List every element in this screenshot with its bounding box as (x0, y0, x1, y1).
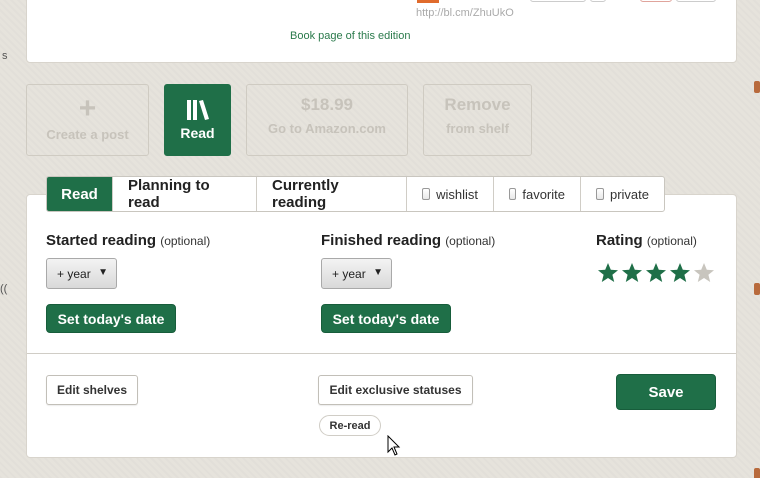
background-mark (754, 81, 760, 93)
save-label: Save (648, 383, 684, 401)
optional-label: (optional) (160, 234, 211, 248)
started-year-select[interactable]: + year ▼ (46, 258, 117, 289)
set-today-label: Set today's date (332, 310, 440, 327)
rating-label: Rating (596, 232, 643, 249)
tab-label: Read (61, 185, 98, 203)
star-filled-icon[interactable] (620, 262, 644, 284)
wishlist-checkbox[interactable] (422, 188, 431, 200)
background-text: (( (0, 283, 8, 295)
background-mark (754, 283, 760, 295)
books-icon (186, 100, 209, 120)
tab-label: private (609, 186, 649, 202)
set-today-label: Set today's date (57, 310, 165, 327)
tab-label: wishlist (436, 186, 478, 202)
remove-label: Remove (444, 95, 511, 114)
top-button[interactable] (530, 0, 586, 2)
edit-exclusive-label: Edit exclusive statuses (329, 383, 462, 397)
star-empty-icon[interactable] (692, 262, 716, 284)
wishlist-toggle[interactable]: wishlist (407, 177, 494, 211)
started-reading-label: Started reading (46, 232, 157, 249)
dropdown-arrow-icon: ▼ (98, 267, 108, 278)
reread-label: Re-read (329, 419, 371, 432)
share-button-edge[interactable] (417, 0, 439, 3)
top-button[interactable] (676, 0, 716, 2)
tab-currently-reading[interactable]: Currently reading (257, 177, 407, 211)
optional-label: (optional) (445, 234, 496, 248)
edit-exclusive-statuses-button[interactable]: Edit exclusive statuses (318, 375, 473, 405)
finished-set-today-button[interactable]: Set today's date (321, 304, 451, 333)
finished-reading-label: Finished reading (321, 232, 442, 249)
short-url: http://bl.cm/ZhuUkO (416, 7, 514, 19)
started-set-today-button[interactable]: Set today's date (46, 304, 176, 333)
star-filled-icon[interactable] (644, 262, 668, 284)
divider (27, 353, 736, 354)
read-button[interactable]: Read (164, 84, 231, 156)
edit-shelves-button[interactable]: Edit shelves (46, 375, 138, 405)
book-page-link[interactable]: Book page of this edition (290, 30, 410, 42)
create-post-label: Create a post (46, 127, 129, 142)
remove-sublabel: from shelf (446, 121, 509, 136)
mouse-cursor-icon (387, 435, 401, 456)
edit-shelves-label: Edit shelves (56, 383, 128, 397)
tab-label: Planning to read (128, 177, 210, 211)
price-label: $18.99 (301, 95, 353, 114)
amazon-button[interactable]: $18.99 Go to Amazon.com (246, 84, 408, 156)
read-label: Read (180, 125, 215, 141)
rating-title: Rating (optional) (596, 232, 697, 249)
save-button[interactable]: Save (616, 374, 716, 410)
finished-reading-title: Finished reading (optional) (321, 232, 495, 249)
status-tabs: Read Planning to read Currently reading … (46, 176, 665, 212)
reread-button[interactable]: Re-read (319, 415, 381, 436)
create-post-button[interactable]: + Create a post (26, 84, 149, 156)
top-button[interactable] (640, 0, 672, 2)
plus-icon: + (78, 92, 97, 125)
year-select-value: + year (332, 266, 366, 281)
finished-year-select[interactable]: + year ▼ (321, 258, 392, 289)
tab-read[interactable]: Read (47, 177, 113, 211)
private-checkbox[interactable] (596, 188, 604, 200)
tab-label: favorite (522, 186, 565, 202)
dropdown-arrow-icon: ▼ (373, 267, 383, 278)
remove-from-shelf-button[interactable]: Remove from shelf (423, 84, 532, 156)
tab-planning-to-read[interactable]: Planning to read (113, 177, 257, 211)
favorite-toggle[interactable]: favorite (494, 177, 581, 211)
background-text: s (2, 50, 8, 62)
year-select-value: + year (57, 266, 91, 281)
rating-stars (596, 262, 716, 284)
top-button[interactable] (590, 0, 606, 2)
started-reading-title: Started reading (optional) (46, 232, 210, 249)
tab-label: Currently reading (272, 177, 339, 211)
star-filled-icon[interactable] (596, 262, 620, 284)
background-mark (754, 468, 760, 478)
amazon-label: Go to Amazon.com (268, 121, 386, 136)
favorite-checkbox[interactable] (509, 188, 517, 200)
private-toggle[interactable]: private (581, 177, 664, 211)
star-filled-icon[interactable] (668, 262, 692, 284)
optional-label: (optional) (646, 234, 697, 248)
